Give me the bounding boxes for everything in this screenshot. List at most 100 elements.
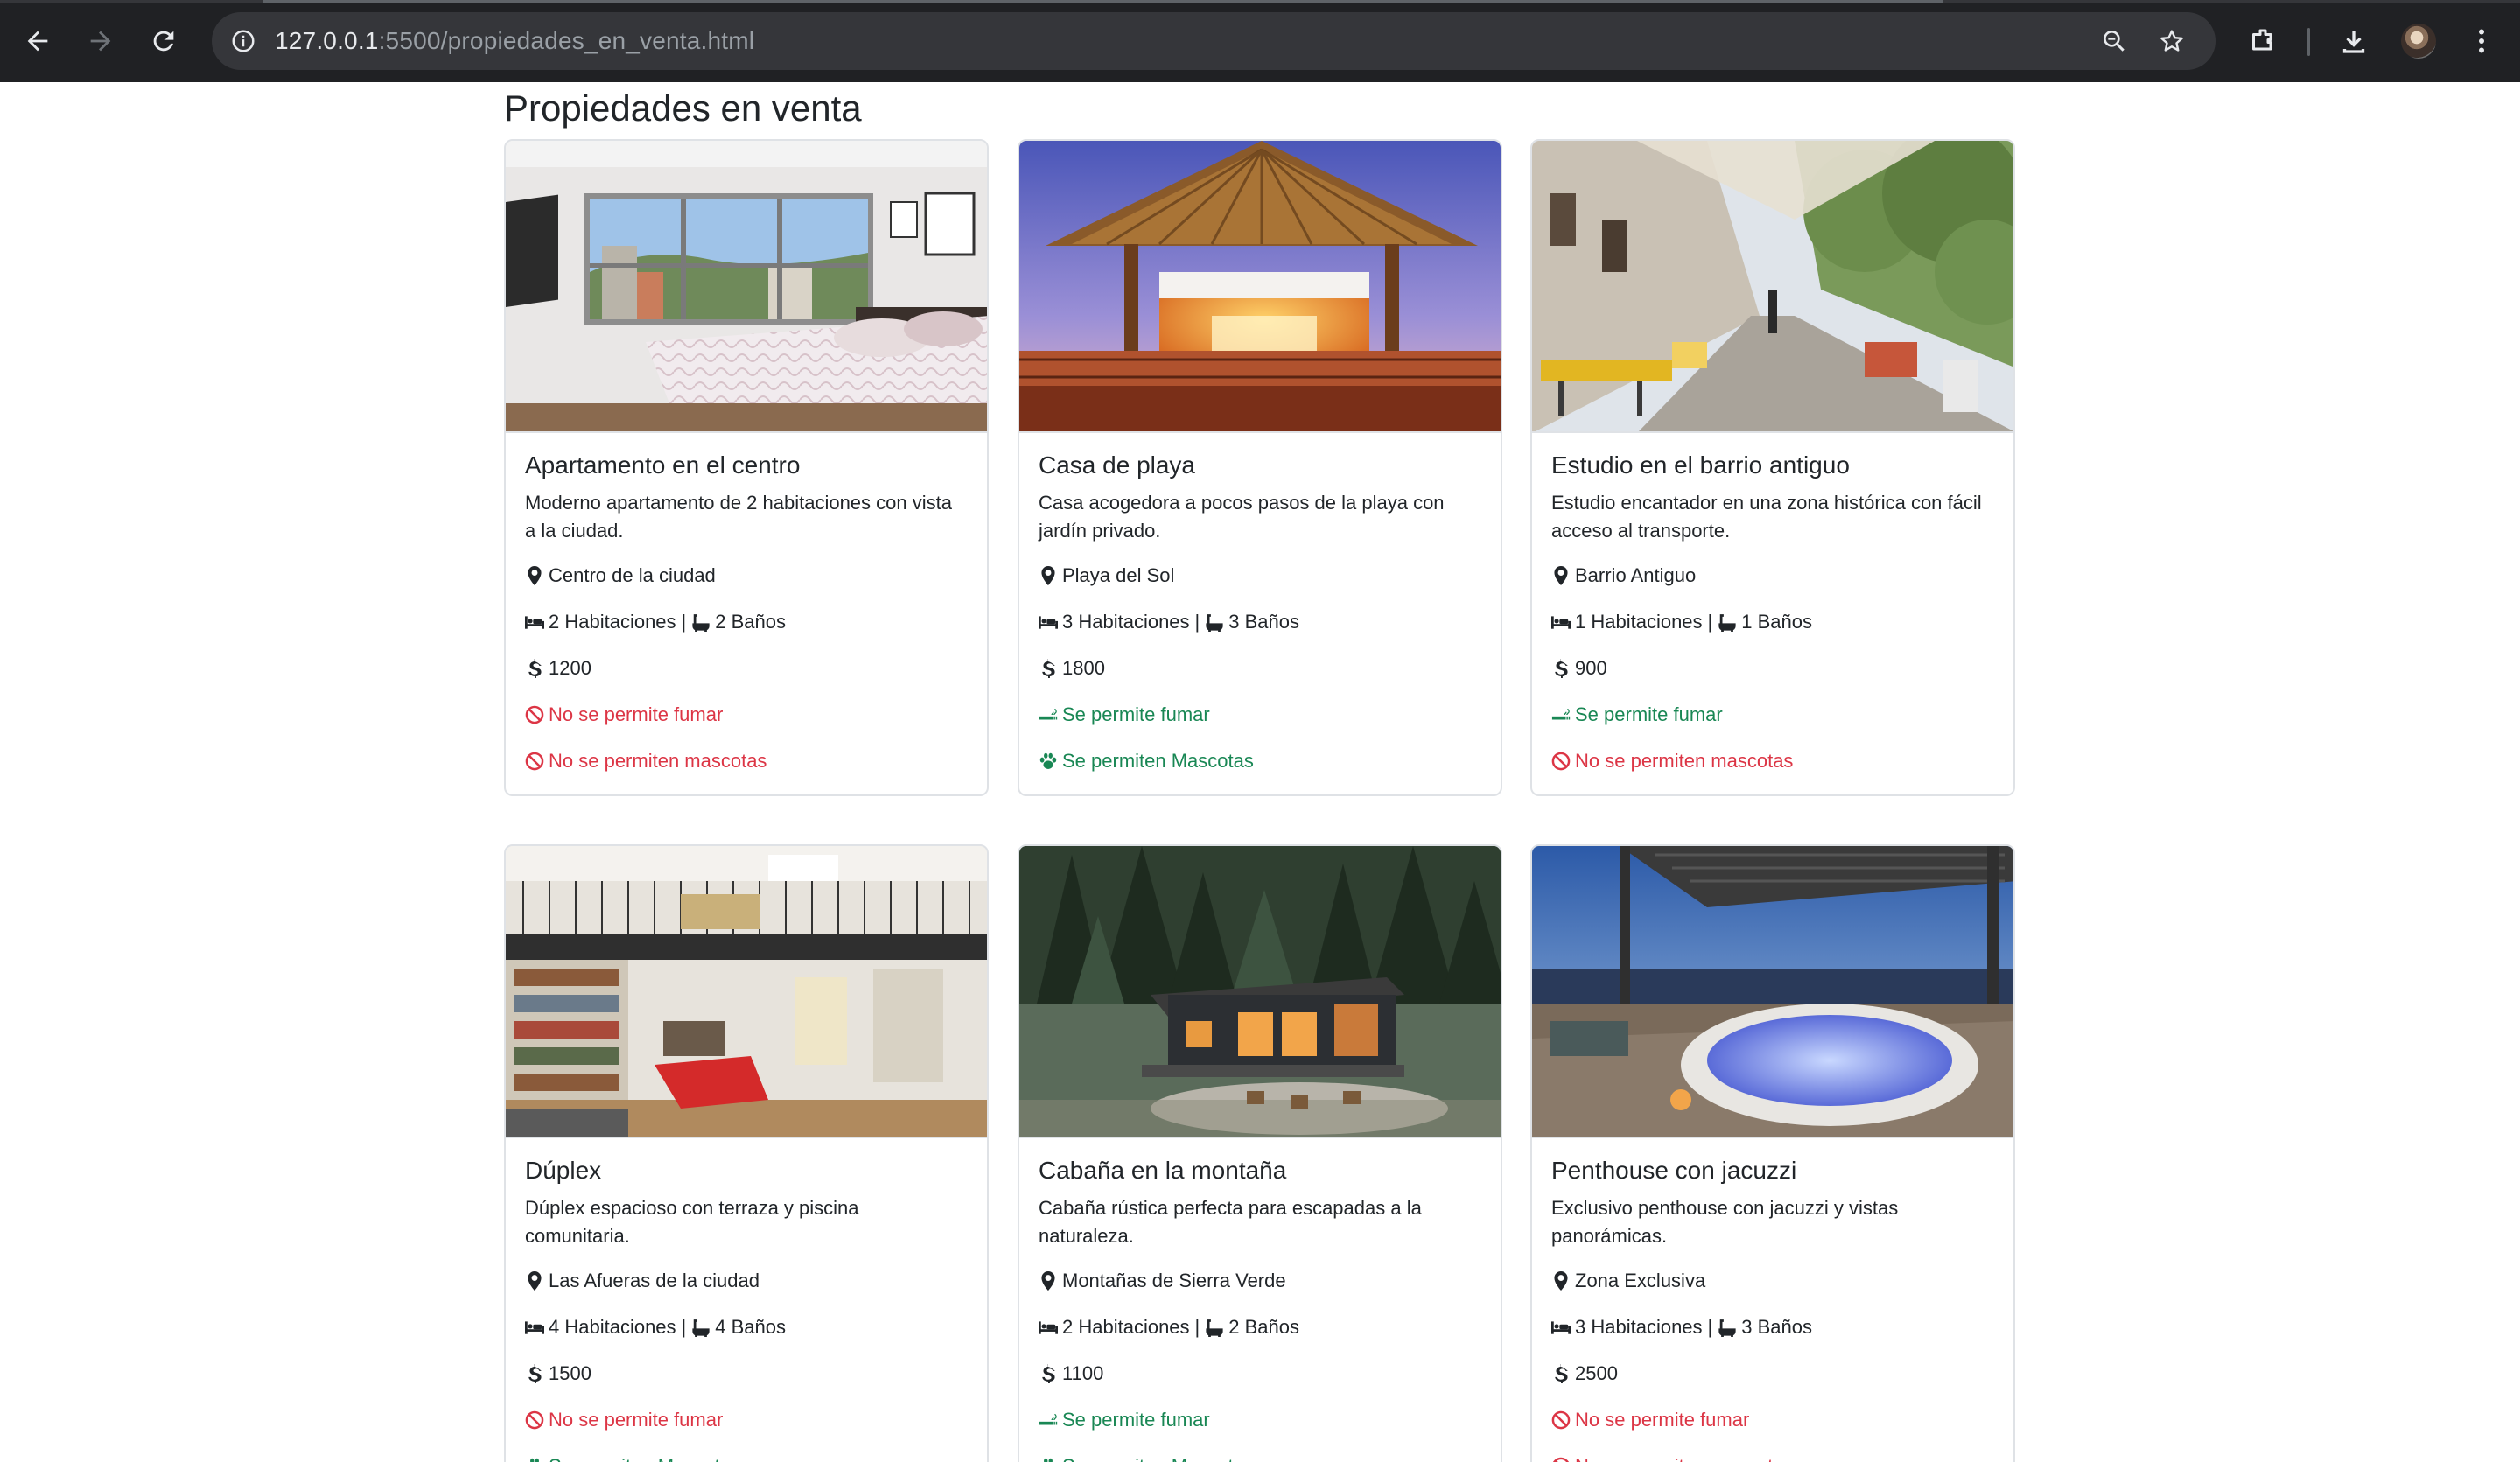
pets-policy: Se permiten Mascotas <box>1039 1453 1481 1462</box>
bed-icon <box>525 616 544 629</box>
ban-icon <box>1551 752 1571 771</box>
ban-icon <box>525 705 544 724</box>
property-card: Dúplex Dúplex espacioso con terraza y pi… <box>504 844 989 1462</box>
paw-icon <box>1040 752 1057 769</box>
property-description: Dúplex espacioso con terraza y piscina c… <box>525 1197 859 1247</box>
bed-icon <box>1039 1321 1058 1334</box>
profile-avatar[interactable] <box>2401 24 2436 59</box>
property-description: Casa acogedora a pocos pasos de la playa… <box>1039 492 1445 542</box>
smoking-policy: No se permite fumar <box>1551 1407 1994 1433</box>
forward-button[interactable] <box>80 21 121 61</box>
pets-policy: Se permiten Mascotas <box>525 1453 968 1462</box>
zoom-button[interactable] <box>2093 20 2135 62</box>
baths-text: 3 Baños <box>1228 611 1299 633</box>
property-title: Penthouse con jacuzzi <box>1551 1157 1797 1184</box>
url-path: :5500/propiedades_en_venta.html <box>378 27 755 54</box>
pets-text: No se permiten mascotas <box>1575 750 1794 772</box>
url-text[interactable]: 127.0.0.1:5500/propiedades_en_venta.html <box>275 12 754 70</box>
price-text: 2500 <box>1575 1362 1618 1384</box>
property-card: Penthouse con jacuzzi Exclusivo penthous… <box>1530 844 2015 1462</box>
rooms-text: 4 Habitaciones <box>549 1316 676 1338</box>
dollar-icon <box>1042 659 1055 678</box>
site-info-icon <box>232 30 255 52</box>
location-pin-icon <box>1041 566 1055 585</box>
property-title: Dúplex <box>525 1157 602 1184</box>
smoking-text: No se permite fumar <box>1575 1409 1750 1431</box>
property-image-bedroom <box>506 141 987 433</box>
bath-icon <box>1718 614 1736 632</box>
separator: | <box>1707 1316 1713 1338</box>
ban-icon <box>525 1410 544 1430</box>
pets-text: No se permiten mascotas <box>1575 1453 1793 1462</box>
smoking-text: Se permite fumar <box>1062 1409 1210 1431</box>
property-rooms-baths: 1 Habitaciones | 1 Baños <box>1551 609 1994 635</box>
back-arrow-icon <box>27 31 48 52</box>
card-body: Casa de playa Casa acogedora a pocos pas… <box>1019 433 1501 774</box>
property-location: Barrio Antiguo <box>1551 563 1994 589</box>
dollar-icon <box>1555 1364 1568 1383</box>
bookmark-button[interactable] <box>2151 20 2193 62</box>
pets-policy: No se permiten mascotas <box>1551 1453 1994 1462</box>
property-image-beach-house <box>1019 141 1501 433</box>
property-image-cabin <box>1019 846 1501 1138</box>
pets-text: Se permiten Mascotas <box>1062 750 1254 772</box>
pets-policy: No se permiten mascotas <box>525 748 968 774</box>
bed-icon <box>525 1321 544 1334</box>
property-location: Montañas de Sierra Verde <box>1039 1268 1481 1294</box>
extensions-icon <box>2252 29 2272 51</box>
extensions-button[interactable] <box>2243 21 2283 61</box>
baths-text: 2 Baños <box>715 611 786 633</box>
location-text: Barrio Antiguo <box>1575 564 1697 586</box>
dollar-icon <box>1042 1364 1055 1383</box>
reload-icon <box>153 31 174 52</box>
pets-text: Se permiten Mascotas <box>1062 1453 1254 1462</box>
baths-text: 2 Baños <box>1228 1316 1299 1338</box>
bookmark-star-icon <box>2160 30 2183 52</box>
property-price: 1500 <box>525 1361 968 1387</box>
separator: | <box>1194 611 1200 633</box>
property-rooms-baths: 4 Habitaciones | 4 Baños <box>525 1314 968 1340</box>
rooms-text: 2 Habitaciones <box>549 611 676 633</box>
property-price: 900 <box>1551 655 1994 682</box>
dollar-icon <box>1555 659 1568 678</box>
location-text: Las Afueras de la ciudad <box>549 1270 760 1291</box>
back-button[interactable] <box>18 21 58 61</box>
smoking-policy: No se permite fumar <box>525 702 968 728</box>
location-text: Centro de la ciudad <box>549 564 716 586</box>
site-info-button[interactable] <box>222 20 264 62</box>
property-location: Las Afueras de la ciudad <box>525 1268 968 1294</box>
property-title: Estudio en el barrio antiguo <box>1551 451 1850 479</box>
price-text: 1200 <box>549 657 592 679</box>
property-description: Estudio encantador en una zona histórica… <box>1551 492 1982 542</box>
bath-icon <box>1206 1319 1223 1337</box>
browser-toolbar: 127.0.0.1:5500/propiedades_en_venta.html <box>0 0 2520 82</box>
property-description: Moderno apartamento de 2 habitaciones co… <box>525 492 952 542</box>
dollar-icon <box>528 659 542 678</box>
price-text: 900 <box>1575 657 1607 679</box>
smoking-text: No se permite fumar <box>549 1409 724 1431</box>
property-rooms-baths: 2 Habitaciones | 2 Baños <box>1039 1314 1481 1340</box>
baths-text: 1 Baños <box>1741 611 1812 633</box>
downloads-button[interactable] <box>2334 21 2374 61</box>
reload-button[interactable] <box>144 21 184 61</box>
card-body: Cabaña en la montaña Cabaña rústica perf… <box>1019 1138 1501 1462</box>
location-pin-icon <box>1554 566 1568 585</box>
card-body: Apartamento en el centro Moderno apartam… <box>506 433 987 774</box>
property-image-loft <box>506 846 987 1138</box>
rooms-text: 3 Habitaciones <box>1062 611 1190 633</box>
address-bar[interactable]: 127.0.0.1:5500/propiedades_en_venta.html <box>212 12 2216 70</box>
forward-arrow-icon <box>90 31 111 52</box>
location-text: Zona Exclusiva <box>1575 1270 1706 1291</box>
bath-icon <box>692 1319 710 1337</box>
page-title: Propiedades en venta <box>504 87 862 129</box>
location-pin-icon <box>1554 1271 1568 1291</box>
smoking-policy: Se permite fumar <box>1551 702 1994 728</box>
download-icon <box>2342 31 2365 53</box>
price-text: 1800 <box>1062 657 1105 679</box>
property-description: Exclusivo penthouse con jacuzzi y vistas… <box>1551 1197 1899 1247</box>
smoking-icon <box>1551 709 1571 720</box>
pets-text: No se permiten mascotas <box>549 750 767 772</box>
tab-strip-edge <box>0 0 2520 3</box>
menu-button[interactable] <box>2461 21 2502 61</box>
separator: | <box>681 1316 687 1338</box>
